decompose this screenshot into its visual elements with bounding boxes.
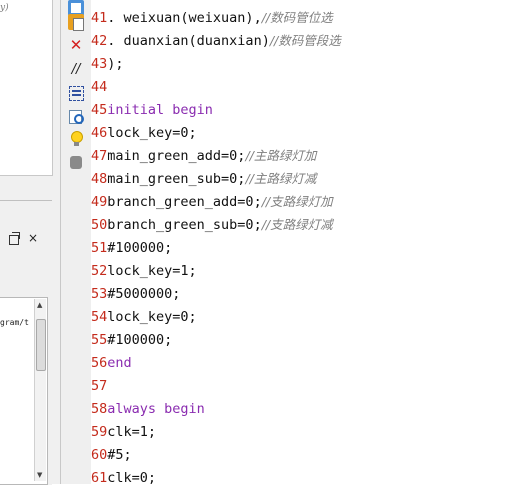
- vertical-scrollbar[interactable]: ▲ ▼: [34, 299, 46, 481]
- code-line[interactable]: 56end: [91, 351, 341, 374]
- line-number: 56: [91, 355, 108, 371]
- code-line[interactable]: 61clk=0;: [91, 466, 341, 489]
- line-number: 51: [91, 240, 108, 256]
- code-keyword: end: [107, 355, 132, 371]
- code-line[interactable]: 47main_green_add=0;//主路绿灯加: [91, 144, 341, 167]
- line-number: 60: [91, 447, 108, 463]
- paste-icon[interactable]: [68, 14, 84, 31]
- line-number: 41: [91, 10, 108, 26]
- code-line[interactable]: 52lock_key=1;: [91, 259, 341, 282]
- code-line[interactable]: 54lock_key=0;: [91, 305, 341, 328]
- line-number: 57: [91, 378, 108, 394]
- code-line[interactable]: 45initial begin: [91, 98, 341, 121]
- code-line[interactable]: 57: [91, 374, 341, 397]
- line-number: 45: [91, 102, 108, 118]
- line-number: 52: [91, 263, 108, 279]
- code-line[interactable]: 48main_green_sub=0;//主路绿灯减: [91, 167, 341, 190]
- code-text: #5;: [107, 447, 132, 463]
- code-text: lock_key=0;: [107, 309, 197, 325]
- code-text: clk=1;: [107, 424, 157, 440]
- code-text: lock_key=1;: [107, 263, 197, 279]
- lower-list[interactable]: gram/t ▲ ▼: [0, 297, 48, 485]
- code-line[interactable]: 41. weixuan(weixuan),//数码管位选: [91, 6, 341, 29]
- code-comment: //主路绿灯加: [245, 148, 317, 163]
- code-line[interactable]: 53#5000000;: [91, 282, 341, 305]
- code-comment: //支路绿灯加: [261, 194, 333, 209]
- code-line[interactable]: 60#5;: [91, 443, 341, 466]
- code-keyword: initial begin: [107, 102, 213, 118]
- line-number: 44: [91, 79, 108, 95]
- code-lines: 4041. weixuan(weixuan),//数码管位选42. duanxi…: [91, 0, 341, 489]
- line-number: 49: [91, 194, 108, 210]
- code-line[interactable]: 51#100000;: [91, 236, 341, 259]
- code-text: main_green_sub=0;: [107, 171, 246, 187]
- code-line[interactable]: 58always begin: [91, 397, 341, 420]
- find-icon[interactable]: [68, 108, 84, 124]
- code-text: branch_green_add=0;: [107, 194, 262, 210]
- code-text: #100000;: [107, 332, 173, 348]
- code-text: lock_key=0;: [107, 125, 197, 141]
- delete-icon[interactable]: ✕: [68, 37, 84, 53]
- tool-icon[interactable]: [68, 154, 84, 170]
- line-number: 50: [91, 217, 108, 233]
- code-line[interactable]: 50branch_green_sub=0;//支路绿灯减: [91, 213, 341, 236]
- line-number: 47: [91, 148, 108, 164]
- scroll-up-icon[interactable]: ▲: [37, 301, 42, 309]
- code-line[interactable]: 42. duanxian(duanxian)//数码管段选: [91, 29, 341, 52]
- line-number: 43: [91, 56, 108, 72]
- line-number: 61: [91, 470, 108, 486]
- code-comment: //主路绿灯减: [245, 171, 317, 186]
- code-text: #5000000;: [107, 286, 181, 302]
- comment-icon[interactable]: //: [68, 62, 84, 78]
- list-item[interactable]: gram/t: [0, 318, 29, 327]
- bulb-icon[interactable]: [68, 131, 84, 147]
- lower-panel: × gram/t ▲ ▼: [0, 200, 52, 485]
- code-comment: //支路绿灯减: [261, 217, 333, 232]
- code-text: branch_green_sub=0;: [107, 217, 262, 233]
- line-number: 42: [91, 33, 108, 49]
- block-select-icon[interactable]: [69, 86, 84, 101]
- code-line[interactable]: 59clk=1;: [91, 420, 341, 443]
- code-line[interactable]: 43);: [91, 52, 341, 75]
- code-keyword: always begin: [107, 401, 205, 417]
- line-number: 58: [91, 401, 108, 417]
- project-tree-panel[interactable]: y): [0, 0, 53, 176]
- code-text: main_green_add=0;: [107, 148, 246, 164]
- code-line[interactable]: 49branch_green_add=0;//支路绿灯加: [91, 190, 341, 213]
- code-text: . duanxian(duanxian): [107, 33, 270, 49]
- close-icon[interactable]: ×: [28, 231, 38, 245]
- code-line[interactable]: 55#100000;: [91, 328, 341, 351]
- code-text: #100000;: [107, 240, 173, 256]
- code-text: . weixuan(weixuan),: [107, 10, 262, 26]
- line-number: 53: [91, 286, 108, 302]
- line-number: 59: [91, 424, 108, 440]
- line-number: 46: [91, 125, 108, 141]
- scroll-down-icon[interactable]: ▼: [37, 471, 42, 479]
- scroll-thumb[interactable]: [36, 319, 46, 371]
- left-panel: y) × gram/t ▲ ▼: [0, 0, 60, 485]
- code-line[interactable]: 44: [91, 75, 341, 98]
- editor-toolbar: ✕ //: [60, 0, 92, 484]
- code-line[interactable]: 46lock_key=0;: [91, 121, 341, 144]
- code-editor[interactable]: 4041. weixuan(weixuan),//数码管位选42. duanxi…: [91, 0, 518, 486]
- tree-item-text[interactable]: y): [0, 3, 9, 13]
- restore-window-icon[interactable]: [9, 232, 20, 245]
- line-number: 48: [91, 171, 108, 187]
- code-comment: //数码管位选: [261, 10, 333, 25]
- code-comment: //数码管段选: [269, 33, 341, 48]
- line-number: 55: [91, 332, 108, 348]
- code-text: );: [107, 56, 124, 72]
- line-number: 54: [91, 309, 108, 325]
